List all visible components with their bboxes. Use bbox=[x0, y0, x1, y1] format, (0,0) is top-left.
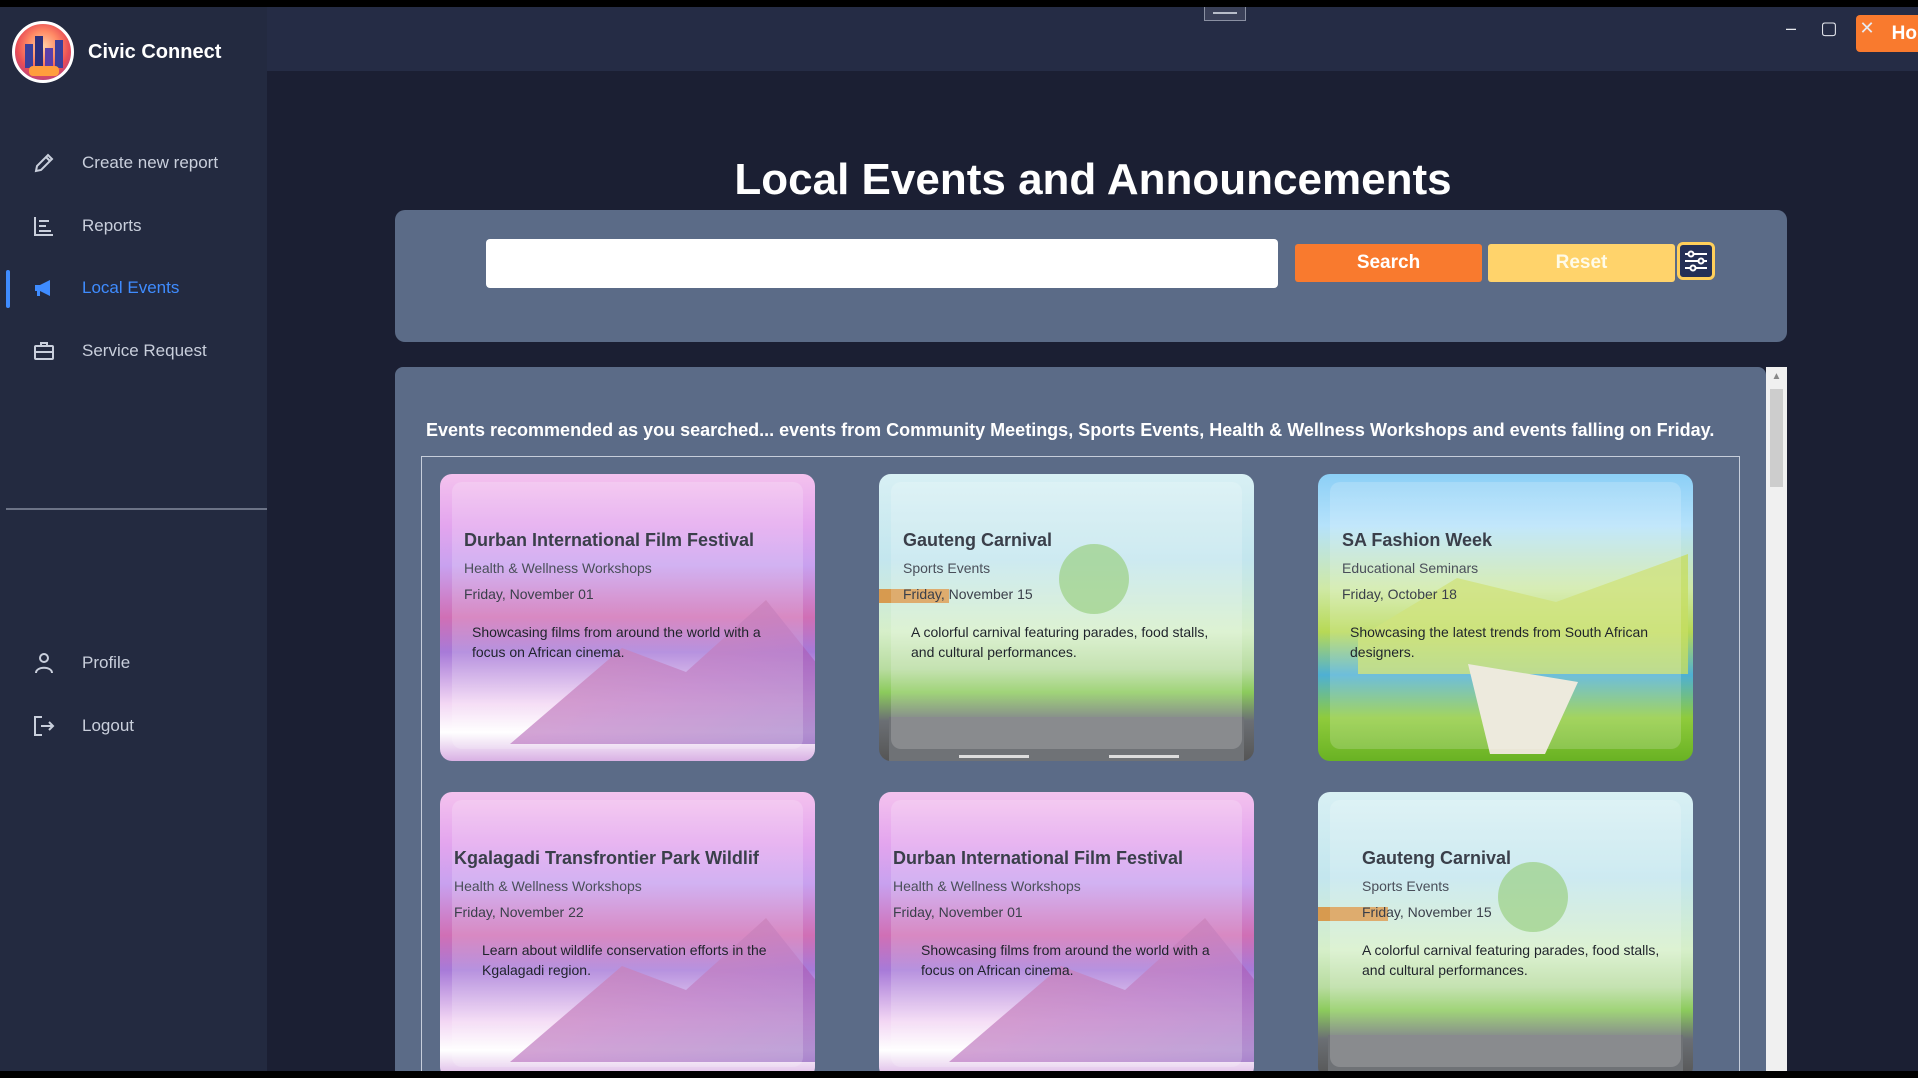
event-category: Health & Wellness Workshops bbox=[464, 560, 652, 576]
sidebar-item-reports[interactable]: Reports bbox=[0, 198, 267, 254]
search-input[interactable] bbox=[486, 239, 1278, 288]
list-icon bbox=[34, 217, 53, 236]
sidebar-item-label: Profile bbox=[82, 653, 131, 672]
event-date: Friday, October 18 bbox=[1342, 586, 1457, 602]
app-logo bbox=[12, 21, 74, 83]
search-panel: Search Reset bbox=[395, 210, 1787, 342]
event-card[interactable]: Gauteng Carnival Sports Events Friday, N… bbox=[1318, 792, 1693, 1071]
scroll-thumb[interactable] bbox=[1770, 389, 1783, 487]
page-title: Local Events and Announcements bbox=[734, 155, 1452, 204]
app-window: Civic Connect Create new report Reports … bbox=[0, 7, 1918, 1071]
minimize-icon[interactable]: – bbox=[1778, 15, 1804, 41]
event-title: SA Fashion Week bbox=[1342, 530, 1493, 550]
event-category: Sports Events bbox=[1362, 878, 1450, 894]
sidebar-divider bbox=[6, 508, 267, 510]
user-icon bbox=[35, 653, 53, 674]
event-title: Gauteng Carnival bbox=[903, 530, 1053, 550]
event-description: A colorful carnival featuring parades, f… bbox=[911, 624, 1209, 660]
drag-handle[interactable] bbox=[1204, 7, 1246, 21]
event-card[interactable]: Gauteng Carnival Sports Events Friday, N… bbox=[879, 474, 1254, 761]
filter-sliders-icon bbox=[1685, 250, 1707, 272]
event-category: Educational Seminars bbox=[1342, 560, 1479, 576]
event-title: Gauteng Carnival bbox=[1362, 848, 1512, 868]
sidebar-item-profile[interactable]: Profile bbox=[0, 635, 267, 691]
sidebar: Civic Connect Create new report Reports … bbox=[0, 7, 267, 1071]
event-category: Sports Events bbox=[903, 560, 991, 576]
event-description: Learn about wildlife conservation effort… bbox=[482, 942, 767, 978]
event-date: Friday, November 15 bbox=[1362, 904, 1492, 920]
recommendation-caption: Events recommended as you searched... ev… bbox=[426, 420, 1715, 440]
event-category: Health & Wellness Workshops bbox=[454, 878, 642, 894]
event-card[interactable]: SA Fashion Week Educational Seminars Fri… bbox=[1318, 474, 1693, 761]
close-icon[interactable]: ✕ bbox=[1854, 15, 1880, 41]
event-description: A colorful carnival featuring parades, f… bbox=[1362, 942, 1660, 978]
sidebar-item-create-new-report[interactable]: Create new report bbox=[0, 135, 267, 191]
filter-button[interactable] bbox=[1677, 242, 1715, 280]
event-title: Durban International Film Festival bbox=[893, 848, 1184, 868]
event-card[interactable]: Durban International Film Festival Healt… bbox=[440, 474, 815, 761]
event-date: Friday, November 22 bbox=[454, 904, 584, 920]
sidebar-item-label: Create new report bbox=[82, 153, 219, 172]
megaphone-icon bbox=[35, 280, 50, 296]
sidebar-item-label: Local Events bbox=[82, 278, 180, 297]
sidebar-item-label: Logout bbox=[82, 716, 134, 735]
briefcase-icon bbox=[34, 342, 54, 360]
event-description: Showcasing the latest trends from South … bbox=[1350, 624, 1649, 660]
pencil-icon bbox=[34, 153, 54, 173]
sidebar-item-service-request[interactable]: Service Request bbox=[0, 323, 267, 379]
scroll-up-arrow-icon[interactable]: ▲ bbox=[1766, 367, 1787, 387]
event-category: Health & Wellness Workshops bbox=[893, 878, 1081, 894]
app-name: Civic Connect bbox=[88, 40, 222, 63]
event-title: Durban International Film Festival bbox=[464, 530, 755, 550]
logout-icon bbox=[34, 716, 55, 736]
results-panel: Events recommended as you searched... ev… bbox=[395, 367, 1766, 1071]
sidebar-item-label: Reports bbox=[82, 216, 142, 235]
event-description: Showcasing films from around the world w… bbox=[921, 942, 1210, 978]
event-date: Friday, November 01 bbox=[893, 904, 1023, 920]
sidebar-item-local-events[interactable]: Local Events bbox=[0, 260, 267, 316]
event-date: Friday, November 15 bbox=[903, 586, 1033, 602]
sidebar-item-label: Service Request bbox=[82, 341, 207, 360]
reset-button[interactable]: Reset bbox=[1488, 244, 1675, 282]
results-scrollbar[interactable]: ▲ bbox=[1766, 367, 1787, 1071]
event-card[interactable]: Durban International Film Festival Healt… bbox=[879, 792, 1254, 1071]
sidebar-item-logout[interactable]: Logout bbox=[0, 698, 267, 754]
event-card[interactable]: Kgalagadi Transfrontier Park Wildlif Hea… bbox=[440, 792, 815, 1071]
maximize-icon[interactable]: ▢ bbox=[1816, 15, 1842, 41]
event-title: Kgalagadi Transfrontier Park Wildlif bbox=[454, 848, 759, 868]
search-button[interactable]: Search bbox=[1295, 244, 1482, 282]
event-description: Showcasing films from around the world w… bbox=[472, 624, 761, 660]
event-date: Friday, November 01 bbox=[464, 586, 594, 602]
brand: Civic Connect bbox=[12, 21, 221, 83]
top-bar: Home – ▢ ✕ bbox=[267, 7, 1918, 71]
